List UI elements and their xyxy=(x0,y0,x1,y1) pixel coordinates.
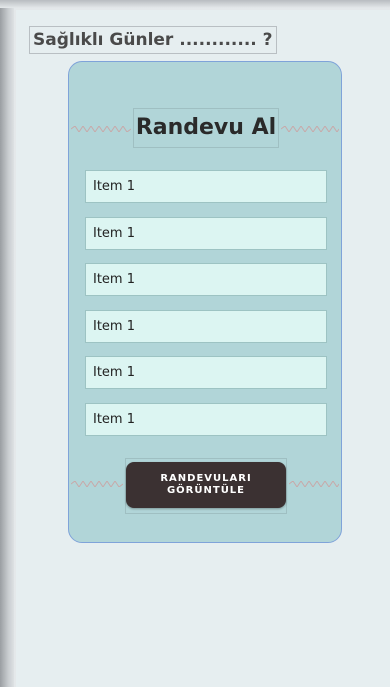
appointment-card: Randevu Al Item 1 Item 1 Item 1 Item 1 I… xyxy=(68,61,342,543)
constraint-right-button xyxy=(289,481,339,487)
canvas-edge-top xyxy=(0,0,390,8)
list-item-1[interactable]: Item 1 xyxy=(85,170,327,203)
constraint-right-heading xyxy=(281,126,339,132)
view-appointments-button[interactable]: RANDEVULARI GÖRÜNTÜLE xyxy=(126,462,286,508)
card-heading: Randevu Al xyxy=(133,108,279,148)
constraint-left-button xyxy=(71,481,123,487)
app-title: Sağlıklı Günler ............ ? xyxy=(29,26,277,54)
list-item-3[interactable]: Item 1 xyxy=(85,263,327,296)
list-item-2[interactable]: Item 1 xyxy=(85,217,327,250)
list-item-6[interactable]: Item 1 xyxy=(85,403,327,436)
list-item-5[interactable]: Item 1 xyxy=(85,356,327,389)
canvas-edge-left xyxy=(0,0,14,687)
constraint-left-heading xyxy=(71,126,131,132)
list-item-4[interactable]: Item 1 xyxy=(85,310,327,343)
